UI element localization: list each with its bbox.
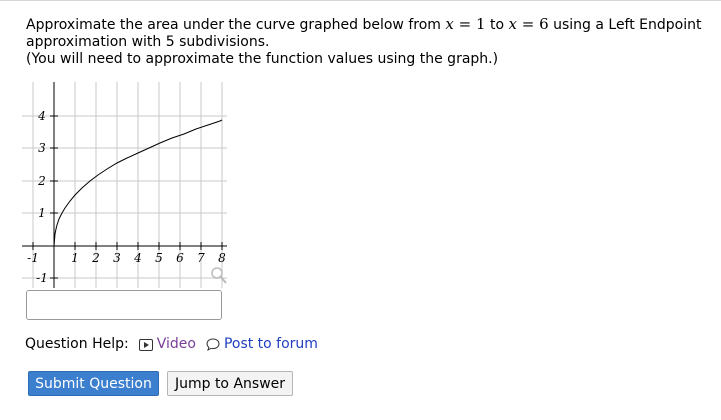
x-tick-label: 2 bbox=[91, 251, 100, 265]
submit-question-button[interactable]: Submit Question bbox=[28, 371, 159, 396]
y-tick-label: 3 bbox=[38, 141, 46, 155]
video-play-icon bbox=[138, 338, 153, 351]
graph-svg: -1 1 2 3 4 5 6 7 8 4 3 2 1 -1 bbox=[22, 82, 227, 288]
jump-to-answer-button[interactable]: Jump to Answer bbox=[167, 371, 293, 396]
x-tick-label: 1 bbox=[71, 251, 79, 265]
x-tick-label: 6 bbox=[176, 251, 184, 265]
math-x-end: x = 6 bbox=[508, 15, 549, 33]
video-link-label: Video bbox=[156, 336, 196, 352]
math-x-start: x = 1 bbox=[445, 15, 486, 33]
x-tick-label: -1 bbox=[27, 251, 39, 265]
y-tick-label: -1 bbox=[36, 271, 48, 285]
question-text: Approximate the area under the curve gra… bbox=[26, 16, 706, 68]
video-link[interactable]: Video bbox=[138, 336, 196, 353]
x-tick-label: 3 bbox=[113, 251, 121, 265]
magnifier-icon[interactable] bbox=[211, 267, 227, 284]
x-tick-label: 8 bbox=[218, 251, 226, 265]
x-tick-label: 5 bbox=[155, 251, 163, 265]
question-help-label: Question Help: bbox=[25, 336, 129, 352]
x-tick-label: 4 bbox=[133, 251, 142, 265]
y-tick-label: 1 bbox=[38, 206, 46, 220]
question-help: Question Help: Video Post to forum bbox=[25, 336, 318, 353]
top-divider bbox=[0, 0, 721, 1]
x-tick-label: 7 bbox=[197, 251, 205, 265]
y-tick-label: 4 bbox=[37, 109, 46, 123]
speech-bubble-icon bbox=[206, 338, 220, 351]
question-note: (You will need to approximate the functi… bbox=[26, 51, 499, 67]
function-graph: -1 1 2 3 4 5 6 7 8 4 3 2 1 -1 bbox=[22, 82, 234, 292]
question-to: to bbox=[489, 17, 505, 33]
question-text-a: Approximate the area under the curve gra… bbox=[26, 17, 441, 33]
answer-input[interactable] bbox=[26, 290, 222, 320]
post-to-forum-link[interactable]: Post to forum bbox=[206, 336, 318, 353]
y-tick-label: 2 bbox=[37, 174, 46, 188]
post-to-forum-label: Post to forum bbox=[223, 336, 318, 352]
